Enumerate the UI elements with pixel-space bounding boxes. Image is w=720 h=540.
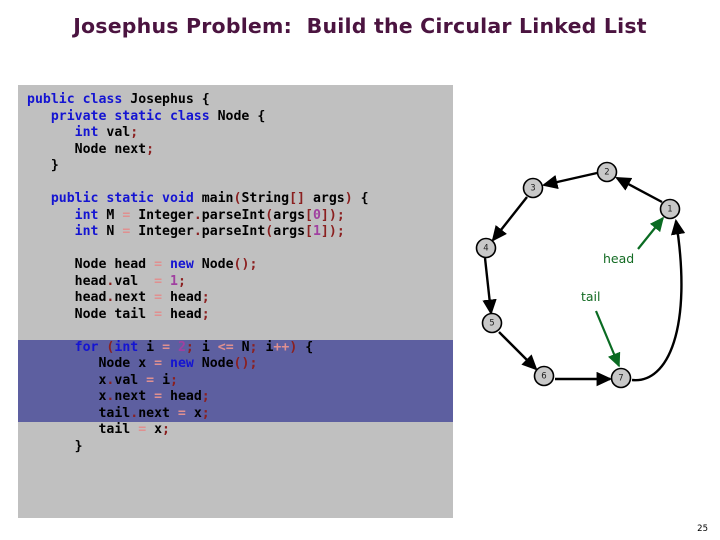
tail-pointer-arrow [594,310,621,368]
node-label: 5 [489,319,494,329]
link-arrow-4-to-5 [482,257,497,316]
node-label: 7 [618,374,623,384]
node-6: 6 [533,365,555,387]
head-pointer-arrow [637,216,664,250]
link-arrows [482,171,686,387]
link-arrow-1-to-2 [615,176,663,204]
link-arrow-3-to-4 [491,196,528,242]
page-number: 25 [697,524,708,534]
tail-pointer-label: tail [581,289,601,304]
pointer-arrows [594,216,664,368]
node-5: 5 [481,312,503,334]
link-arrow-2-to-3 [541,171,598,190]
link-arrow-5-to-6 [498,331,538,371]
circular-linked-list-diagram: 1 2 3 4 5 6 7 head tail [455,148,720,403]
node-2: 2 [596,161,618,183]
node-label: 3 [530,184,535,194]
node-3: 3 [522,177,544,199]
code-listing: public class Josephus { private static c… [27,92,369,454]
node-label: 4 [483,244,488,254]
node-1: 1 [659,198,681,220]
node-7: 7 [610,367,632,389]
code-block: public class Josephus { private static c… [18,85,453,518]
head-pointer-label: head [603,251,634,266]
link-arrow-7-to-1 [631,218,686,382]
node-4: 4 [475,237,497,259]
node-label: 6 [541,372,546,382]
page-title: Josephus Problem: Build the Circular Lin… [73,14,647,38]
node-label: 2 [604,168,609,178]
node-label: 1 [667,205,672,215]
